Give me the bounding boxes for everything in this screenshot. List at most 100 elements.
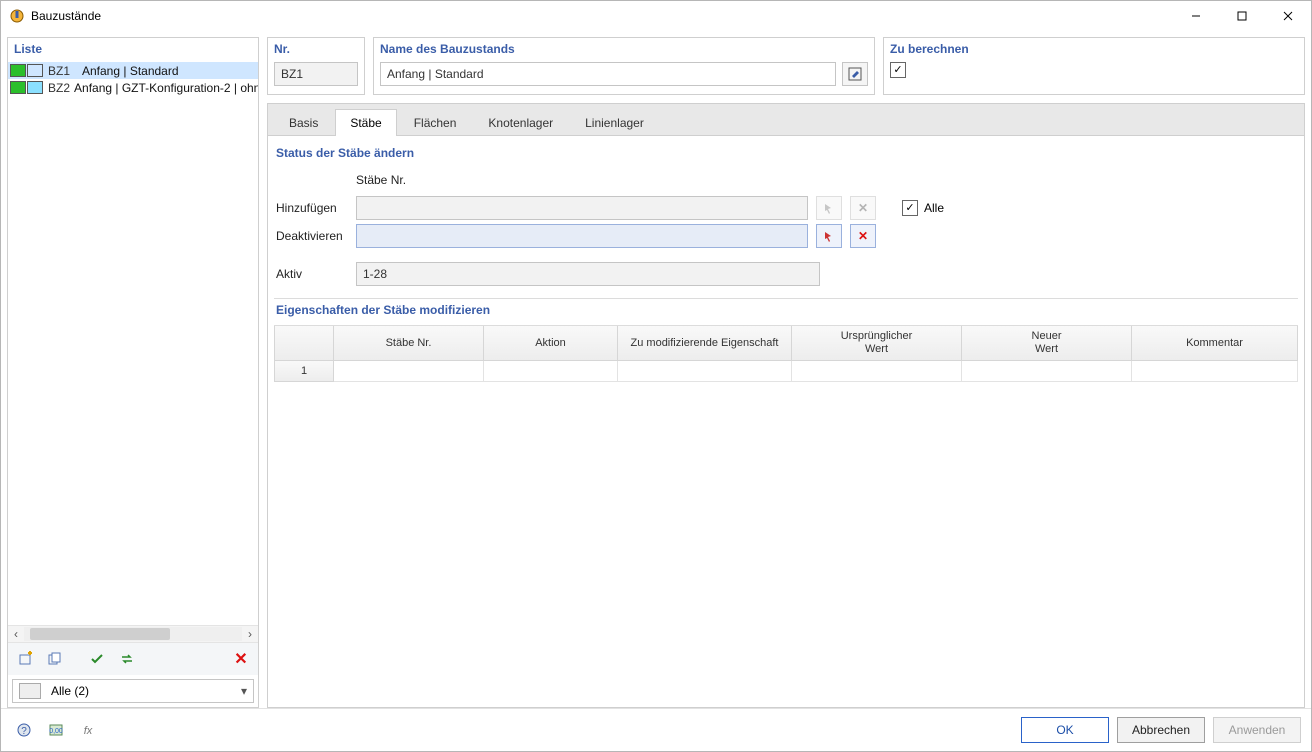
add-clear-button[interactable]: ✕ — [850, 196, 876, 220]
table-cell[interactable] — [792, 361, 962, 382]
table-cell[interactable] — [618, 361, 792, 382]
maximize-button[interactable] — [1219, 1, 1265, 31]
deact-label: Deaktivieren — [276, 229, 348, 243]
filter-combo[interactable]: Alle (2) ▾ — [12, 679, 254, 703]
svg-text:?: ? — [21, 726, 27, 737]
tabs-bar: Basis Stäbe Flächen Knotenlager Linienla… — [268, 104, 1304, 136]
footer: ? 0,00 fx OK Abbrechen Anwenden — [1, 708, 1311, 751]
modify-table[interactable]: Stäbe Nr. Aktion Zu modifizierende Eigen… — [274, 325, 1298, 707]
delete-item-button[interactable]: ✕ — [228, 647, 254, 671]
list-toolbar: ✕ — [8, 642, 258, 675]
scroll-right-icon[interactable]: › — [242, 626, 258, 642]
calc-label: Zu berechnen — [884, 38, 1304, 62]
list-item-id: BZ2 — [48, 81, 70, 95]
swap-button[interactable] — [114, 647, 140, 671]
window-title: Bauzustände — [31, 9, 101, 23]
apply-button[interactable]: Anwenden — [1213, 717, 1301, 743]
list-header: Liste — [8, 38, 258, 62]
detail-panel: Nr. BZ1 Name des Bauzustands Anfang | St… — [267, 37, 1305, 708]
swatch-icon — [27, 81, 43, 94]
list-item[interactable]: BZ2 Anfang | GZT-Konfiguration-2 | ohne — [8, 79, 258, 96]
col-header-neuer[interactable]: Neuer Wert — [962, 326, 1132, 361]
aktiv-label: Aktiv — [276, 267, 348, 281]
name-input[interactable]: Anfang | Standard — [380, 62, 836, 86]
check-button[interactable] — [84, 647, 110, 671]
list-area[interactable]: BZ1 Anfang | Standard BZ2 Anfang | GZT-K… — [8, 62, 258, 625]
scroll-track[interactable] — [24, 627, 242, 641]
filter-combo-text: Alle (2) — [47, 684, 235, 698]
add-pick-button[interactable] — [816, 196, 842, 220]
tab-label: Flächen — [414, 116, 457, 130]
tab-label: Linienlager — [585, 116, 644, 130]
col-header-kommentar[interactable]: Kommentar — [1132, 326, 1298, 361]
scroll-left-icon[interactable]: ‹ — [8, 626, 24, 642]
col-header-eigenschaft[interactable]: Zu modifizierende Eigenschaft — [618, 326, 792, 361]
swatch-icon — [10, 64, 26, 77]
svg-text:fx: fx — [84, 725, 93, 737]
nr-label: Nr. — [268, 38, 364, 62]
tab-flaechen[interactable]: Flächen — [399, 109, 472, 136]
filter-row: Alle (2) ▾ — [8, 675, 258, 707]
col-header-aktion[interactable]: Aktion — [484, 326, 618, 361]
app-icon — [9, 8, 25, 24]
tab-knotenlager[interactable]: Knotenlager — [473, 109, 568, 136]
list-h-scrollbar[interactable]: ‹ › — [8, 625, 258, 642]
tab-basis[interactable]: Basis — [274, 109, 333, 136]
aktiv-input: 1-28 — [356, 262, 820, 286]
deact-clear-button[interactable]: ✕ — [850, 224, 876, 248]
calc-checkbox[interactable] — [890, 62, 906, 78]
add-label: Hinzufügen — [276, 201, 348, 215]
modify-section-title: Eigenschaften der Stäbe modifizieren — [274, 299, 1298, 323]
new-item-button[interactable] — [12, 647, 38, 671]
col-header-staebe[interactable]: Stäbe Nr. — [334, 326, 484, 361]
cancel-label: Abbrechen — [1132, 723, 1190, 737]
table-cell[interactable] — [1132, 361, 1298, 382]
list-item[interactable]: BZ1 Anfang | Standard — [8, 62, 258, 79]
minimize-button[interactable] — [1173, 1, 1219, 31]
copy-item-button[interactable] — [42, 647, 68, 671]
cancel-button[interactable]: Abbrechen — [1117, 717, 1205, 743]
ok-label: OK — [1056, 723, 1073, 737]
tab-label: Stäbe — [350, 116, 381, 130]
table-cell[interactable] — [962, 361, 1132, 382]
tab-label: Knotenlager — [488, 116, 553, 130]
add-input[interactable] — [356, 196, 808, 220]
name-value: Anfang | Standard — [387, 67, 484, 81]
list-item-id: BZ1 — [48, 64, 78, 78]
name-box: Name des Bauzustands Anfang | Standard — [373, 37, 875, 95]
nr-box: Nr. BZ1 — [267, 37, 365, 95]
row-header[interactable]: 1 — [274, 361, 334, 382]
titlebar: Bauzustände — [1, 1, 1311, 31]
deact-input[interactable] — [356, 224, 808, 248]
nr-input[interactable]: BZ1 — [274, 62, 358, 86]
col-header-rownum[interactable] — [274, 326, 334, 361]
help-button[interactable]: ? — [11, 718, 37, 742]
aktiv-value: 1-28 — [363, 267, 387, 281]
table-cell[interactable] — [334, 361, 484, 382]
swatch-icon — [27, 64, 43, 77]
name-label: Name des Bauzustands — [374, 38, 874, 62]
edit-name-button[interactable] — [842, 62, 868, 86]
col-header-urspruenglich[interactable]: Ursprünglicher Wert — [792, 326, 962, 361]
tab-linienlager[interactable]: Linienlager — [570, 109, 659, 136]
table-cell[interactable] — [484, 361, 618, 382]
apply-label: Anwenden — [1229, 723, 1286, 737]
calc-box: Zu berechnen — [883, 37, 1305, 95]
filter-swatch-icon — [19, 683, 41, 699]
alle-checkbox[interactable] — [902, 200, 918, 216]
list-item-label: Anfang | Standard — [82, 64, 179, 78]
deact-pick-button[interactable] — [816, 224, 842, 248]
list-item-label: Anfang | GZT-Konfiguration-2 | ohne — [74, 81, 258, 95]
tab-label: Basis — [289, 116, 318, 130]
status-col-header: Stäbe Nr. — [356, 173, 806, 187]
scroll-thumb[interactable] — [30, 628, 170, 640]
close-button[interactable] — [1265, 1, 1311, 31]
units-button[interactable]: 0,00 — [43, 718, 69, 742]
list-panel: Liste BZ1 Anfang | Standard BZ2 Anfang |… — [7, 37, 259, 708]
tab-staebe[interactable]: Stäbe — [335, 109, 396, 136]
swatch-icon — [10, 81, 26, 94]
function-button[interactable]: fx — [75, 718, 101, 742]
nr-value: BZ1 — [281, 67, 303, 81]
alle-label: Alle — [924, 201, 944, 215]
ok-button[interactable]: OK — [1021, 717, 1109, 743]
